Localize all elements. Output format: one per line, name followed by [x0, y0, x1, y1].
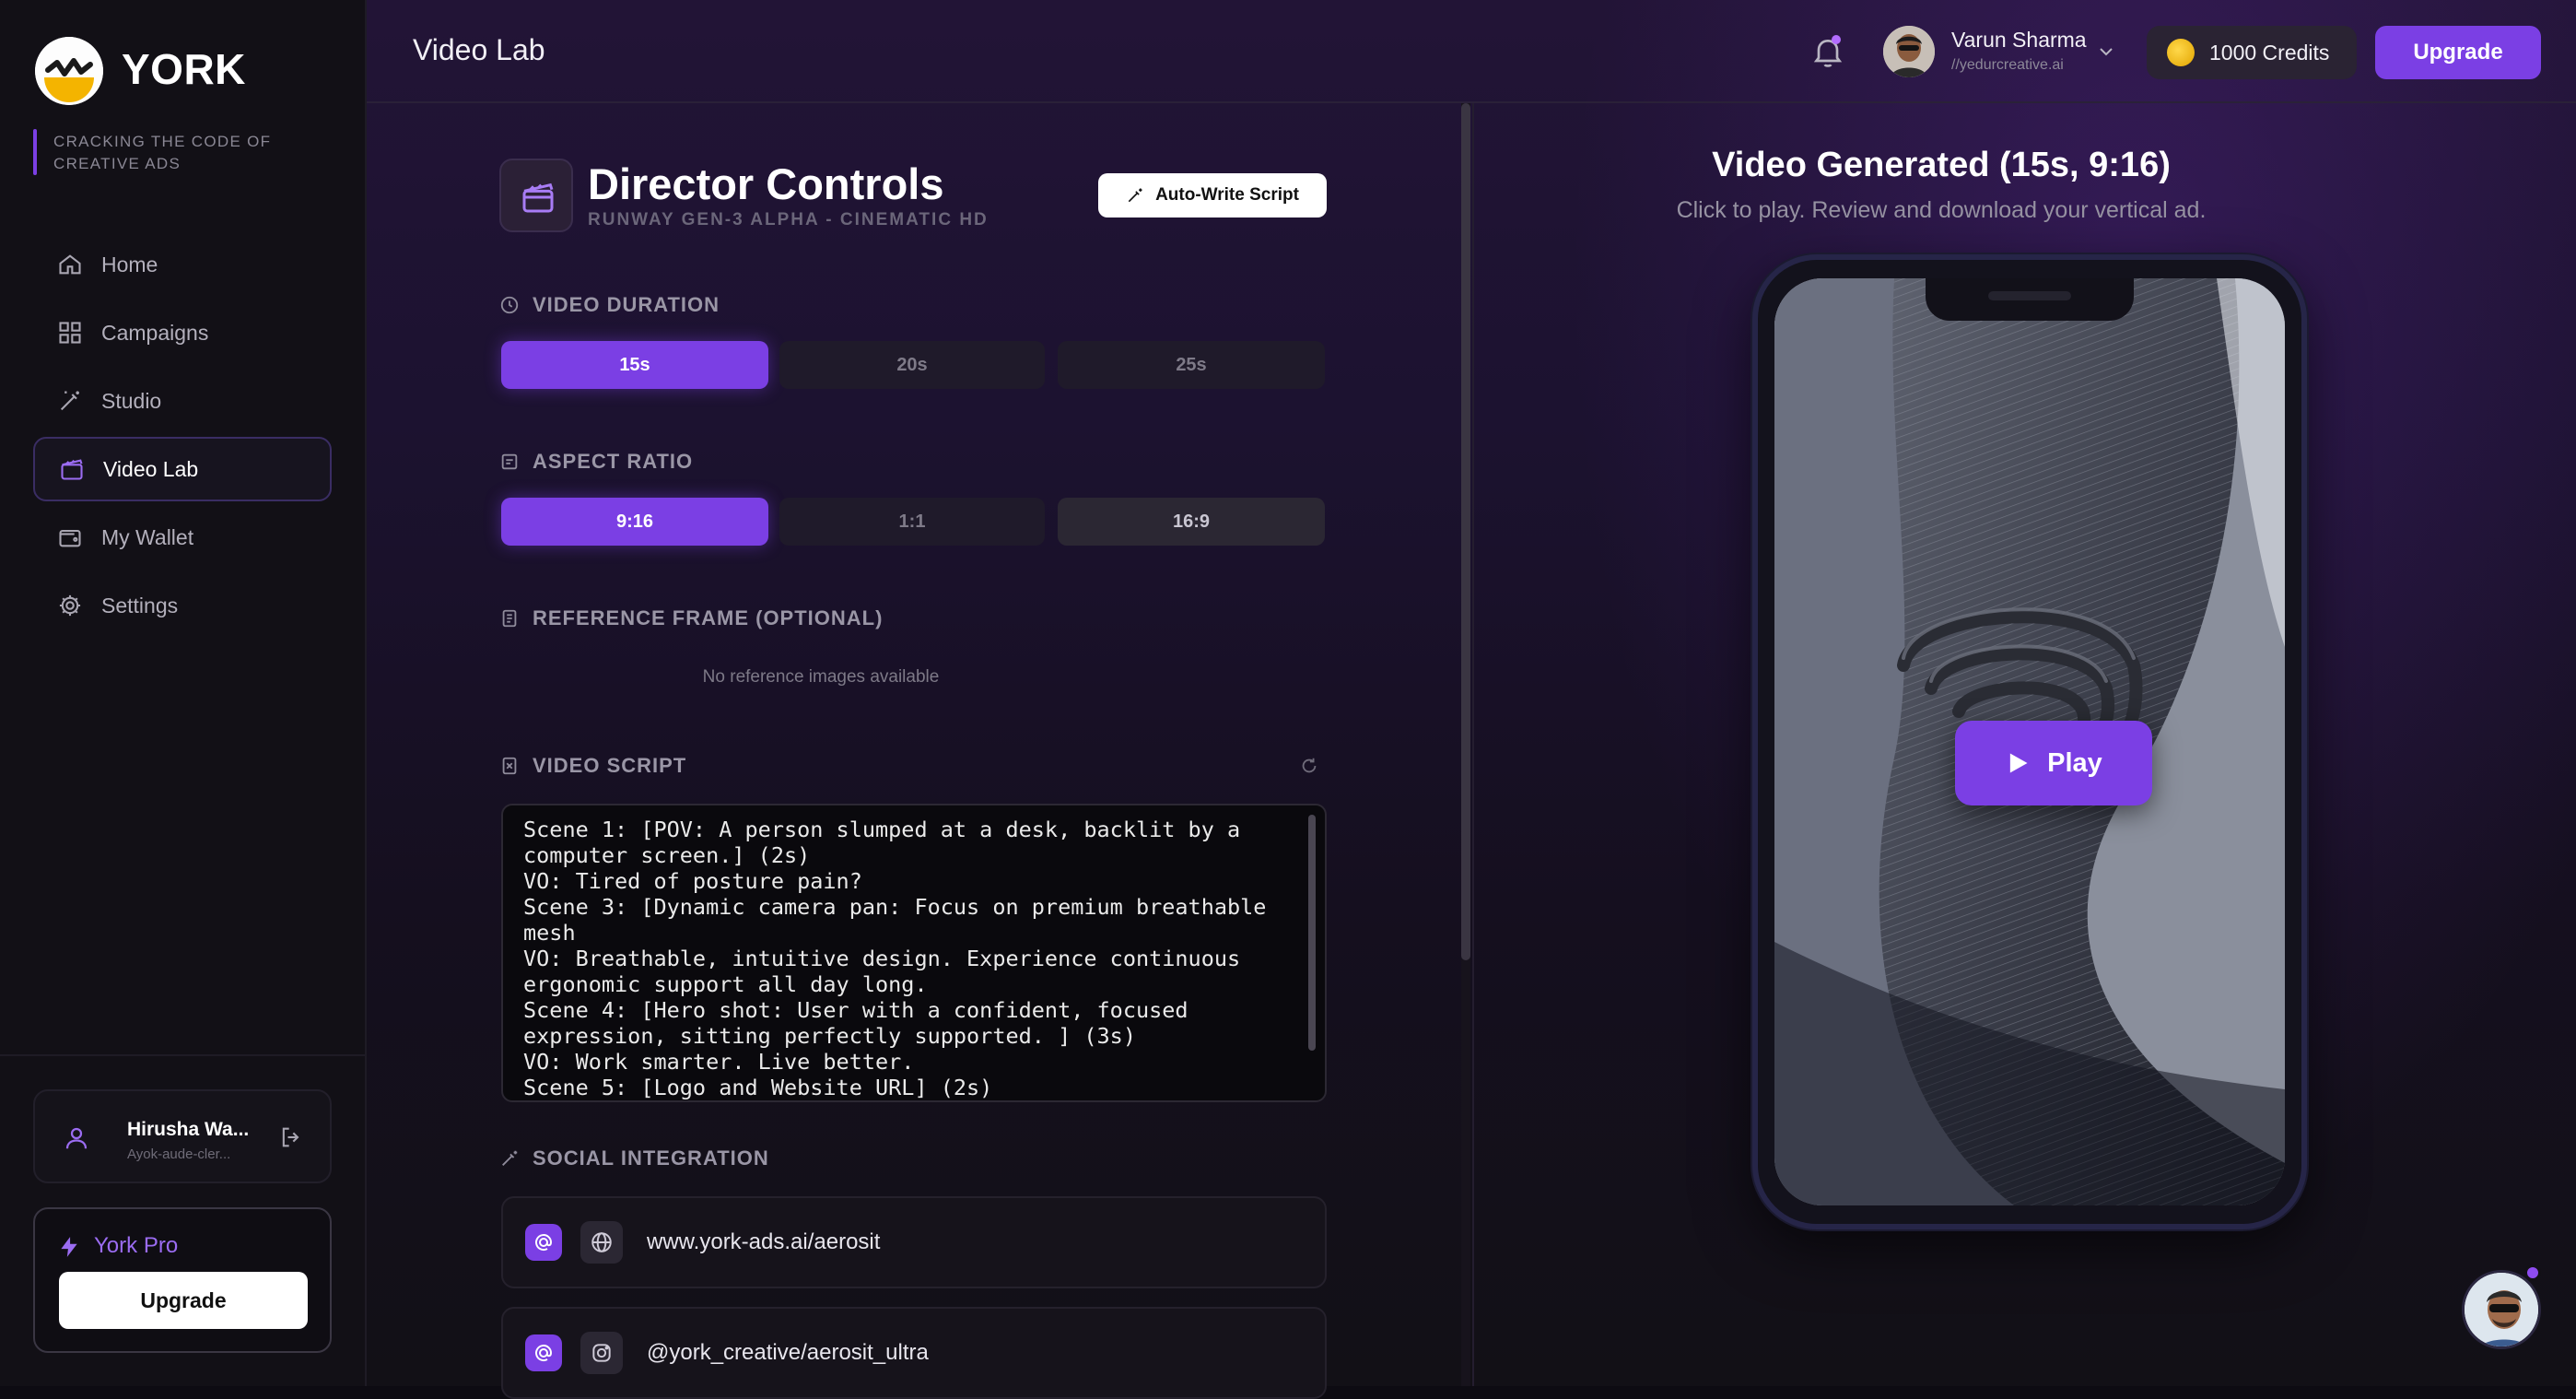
logout-icon[interactable]: [278, 1124, 304, 1150]
credits-count: 1000 Credits: [2209, 40, 2330, 65]
sidebar: YORK CRACKING THE CODE OF CREATIVE ADS H…: [0, 0, 367, 1386]
clock-icon: [500, 296, 519, 314]
sidebar-user-email: Ayok-aude-cler...: [127, 1146, 231, 1162]
section-label: REFERENCE FRAME (OPTIONAL): [533, 606, 884, 629]
sidebar-item-label: Home: [101, 252, 158, 276]
sidebar-item-label: Settings: [101, 593, 179, 617]
topbar-divider: [367, 101, 2576, 103]
auto-write-label: Auto-Write Script: [1155, 185, 1299, 205]
clapperboard-icon: [61, 459, 83, 480]
brand-tagline: CRACKING THE CODE OF CREATIVE ADS: [53, 133, 272, 172]
sidebar-divider: [0, 1054, 367, 1056]
duration-option-15s[interactable]: 15s: [501, 341, 768, 389]
reference-frame-heading: REFERENCE FRAME (OPTIONAL): [499, 605, 883, 632]
sidebar-upgrade-button[interactable]: Upgrade: [59, 1272, 308, 1329]
wallet-icon: [59, 529, 81, 547]
video-title: Video Generated (15s, 9:16): [1712, 146, 2171, 184]
pro-label: York Pro: [94, 1233, 179, 1258]
sidebar-item-label: Studio: [101, 388, 162, 413]
grid-icon: [59, 322, 81, 344]
script-text[interactable]: Scene 1: [POV: A person slumped at a des…: [523, 817, 1305, 1100]
pro-upsell-card: York Pro Upgrade: [33, 1207, 332, 1353]
gear-icon: [59, 594, 81, 617]
aspect-ratio-heading: ASPECT RATIO: [499, 448, 693, 476]
video-duration-heading: VIDEO DURATION: [499, 291, 720, 319]
chevron-down-icon[interactable]: [2095, 41, 2117, 63]
reference-empty-state: No reference images available: [702, 667, 940, 687]
aspect-option-1-1[interactable]: 1:1: [779, 498, 1045, 546]
instagram-icon: [580, 1332, 623, 1374]
header-user-name[interactable]: Varun Sharma: [1951, 28, 2087, 53]
sidebar-user-card[interactable]: Hirusha Wa... Ayok-aude-cler...: [33, 1089, 332, 1183]
header-upgrade-button[interactable]: Upgrade: [2375, 26, 2541, 79]
clapperboard-icon: [499, 159, 573, 232]
script-icon: [502, 757, 517, 775]
globe-icon: [580, 1221, 623, 1264]
sidebar-item-label: My Wallet: [101, 524, 194, 549]
page-title: Video Lab: [413, 33, 545, 66]
sidebar-item-home[interactable]: Home: [33, 232, 332, 297]
social-instagram-value[interactable]: @york_creative/aerosit_ultra: [647, 1340, 929, 1366]
sidebar-user-name: Hirusha Wa...: [127, 1119, 250, 1140]
main-scrollbar[interactable]: [1461, 103, 1470, 960]
video-preview[interactable]: Play: [1774, 278, 2285, 1205]
social-row-instagram[interactable]: @york_creative/aerosit_ultra: [501, 1307, 1327, 1399]
section-label: VIDEO SCRIPT: [533, 754, 687, 777]
sidebar-item-my-wallet[interactable]: My Wallet: [33, 505, 332, 570]
magic-wand-icon: [1128, 188, 1142, 203]
file-icon: [502, 609, 517, 628]
assistant-status-dot: [2524, 1264, 2541, 1281]
aspect-option-9-16[interactable]: 9:16: [501, 498, 768, 546]
script-textarea[interactable]: Scene 1: [POV: A person slumped at a des…: [501, 804, 1327, 1102]
duration-option-25s[interactable]: 25s: [1058, 341, 1325, 389]
sidebar-item-studio[interactable]: Studio: [33, 369, 332, 433]
coin-icon: [2167, 39, 2195, 66]
sidebar-item-label: Video Lab: [103, 456, 199, 481]
sidebar-item-video-lab[interactable]: Video Lab: [33, 437, 332, 501]
phone-notch: [1926, 278, 2134, 321]
at-sign-icon: [525, 1224, 562, 1261]
phone-speaker: [1988, 291, 2071, 300]
sidebar-item-label: Campaigns: [101, 320, 209, 345]
refresh-icon[interactable]: [1299, 756, 1319, 776]
video-subtitle: Click to play. Review and download your …: [1676, 197, 2207, 223]
social-integration-heading: SOCIAL INTEGRATION: [499, 1145, 769, 1172]
brand-name: YORK: [122, 45, 246, 93]
tagline-accent: [33, 129, 37, 175]
phone-mockup: Play: [1752, 254, 2307, 1229]
video-script-heading: VIDEO SCRIPT: [499, 752, 686, 780]
at-sign-icon: [525, 1334, 562, 1371]
lightning-icon: [61, 1237, 77, 1257]
home-icon: [59, 254, 81, 275]
duration-option-20s[interactable]: 20s: [779, 341, 1045, 389]
social-row-website[interactable]: www.york-ads.ai/aerosit: [501, 1196, 1327, 1288]
avatar[interactable]: [1883, 26, 1935, 77]
sidebar-item-campaigns[interactable]: Campaigns: [33, 300, 332, 365]
bell-icon[interactable]: [1809, 33, 1846, 70]
user-icon: [65, 1127, 88, 1149]
panel-divider: [1472, 103, 1474, 1386]
assistant-avatar-button[interactable]: [2462, 1270, 2541, 1349]
director-title: Director Controls: [588, 159, 944, 208]
play-label: Play: [2047, 747, 2102, 778]
auto-write-script-button[interactable]: Auto-Write Script: [1098, 173, 1327, 217]
york-logo-icon[interactable]: [35, 37, 103, 105]
credits-badge[interactable]: 1000 Credits: [2147, 26, 2357, 79]
header-user-handle: //yedurcreative.ai: [1951, 57, 2064, 73]
sidebar-item-settings[interactable]: Settings: [33, 573, 332, 638]
magic-wand-icon: [502, 1150, 518, 1166]
script-scrollbar[interactable]: [1308, 815, 1316, 1051]
play-button[interactable]: Play: [1955, 721, 2152, 805]
main-area: Video Lab Varun Sharma //yedurcreative.a…: [367, 0, 2576, 1399]
aspect-option-16-9[interactable]: 16:9: [1058, 498, 1325, 546]
section-label: VIDEO DURATION: [533, 293, 720, 316]
notification-dot: [1832, 35, 1841, 44]
section-label: ASPECT RATIO: [533, 450, 694, 473]
section-label: SOCIAL INTEGRATION: [533, 1146, 769, 1170]
director-subtitle: RUNWAY GEN-3 ALPHA - CINEMATIC HD: [588, 210, 989, 229]
magic-wand-icon: [60, 391, 79, 411]
aspect-ratio-icon: [501, 453, 518, 470]
social-website-value[interactable]: www.york-ads.ai/aerosit: [647, 1229, 880, 1255]
play-icon: [2009, 753, 2028, 773]
